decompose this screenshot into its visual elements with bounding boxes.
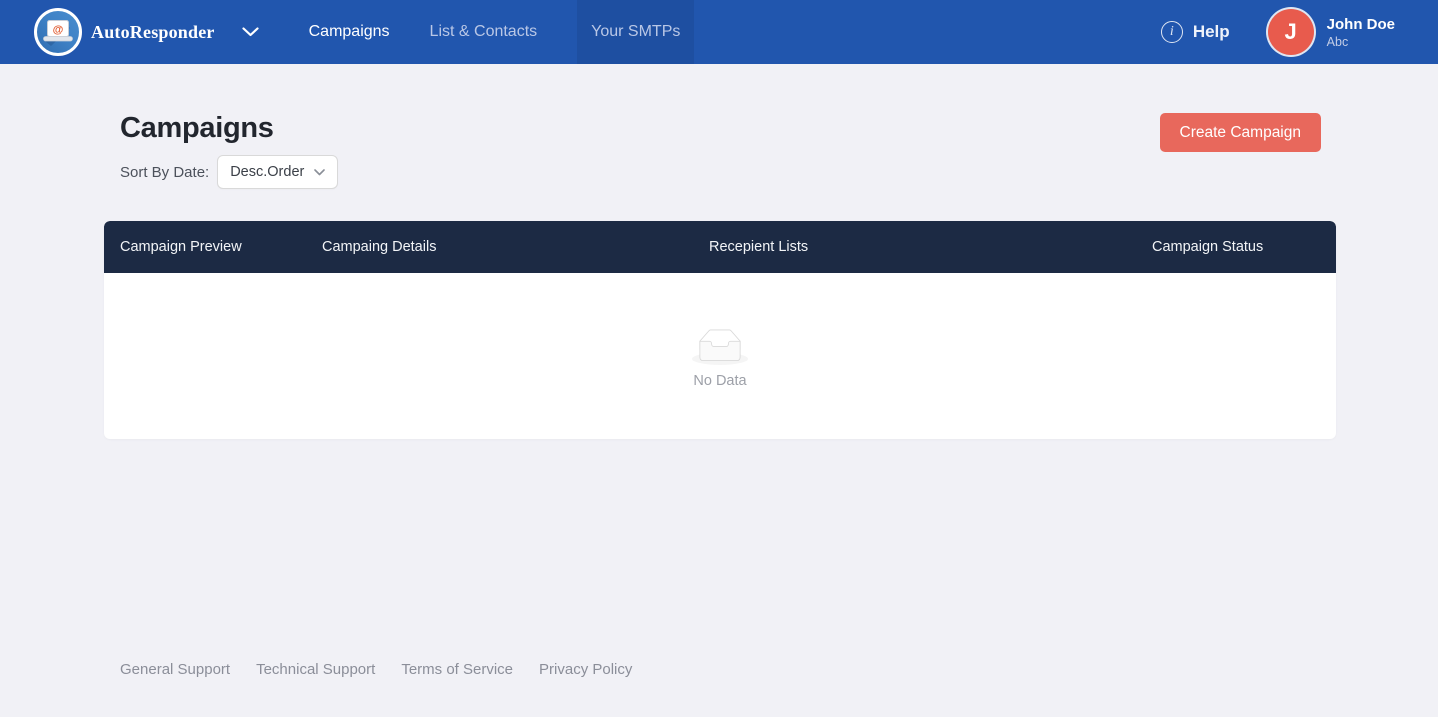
main-nav: Campaigns List & Contacts Your SMTPs [309, 0, 695, 64]
chevron-down-icon [314, 169, 325, 176]
campaigns-table-card: Campaign Preview Campaing Details Recepi… [104, 221, 1336, 439]
no-data-label: No Data [693, 373, 746, 389]
help-button[interactable]: i Help [1161, 21, 1230, 43]
avatar[interactable]: J [1268, 9, 1314, 55]
info-circle-icon: i [1161, 21, 1183, 43]
brand-chevron-down-icon[interactable] [242, 27, 259, 37]
column-campaign-status: Campaign Status [1152, 239, 1336, 255]
sort-order-value: Desc.Order [230, 164, 304, 180]
empty-inbox-icon [692, 329, 748, 365]
svg-text:@: @ [53, 24, 64, 36]
help-label: Help [1193, 22, 1230, 42]
nav-item-list-contacts[interactable]: List & Contacts [430, 0, 538, 64]
nav-item-campaigns[interactable]: Campaigns [309, 0, 390, 64]
footer-link-general-support[interactable]: General Support [120, 661, 230, 678]
user-name: John Doe [1327, 15, 1395, 34]
user-subtitle: Abc [1327, 34, 1395, 50]
autoresponder-logo-icon: @ [34, 8, 82, 56]
footer-link-privacy-policy[interactable]: Privacy Policy [539, 661, 632, 678]
sort-row: Sort By Date: Desc.Order [120, 155, 1438, 189]
brand[interactable]: @ AutoResponder [34, 8, 215, 56]
create-campaign-button[interactable]: Create Campaign [1160, 113, 1321, 152]
footer-link-technical-support[interactable]: Technical Support [256, 661, 375, 678]
footer-links: General Support Technical Support Terms … [120, 661, 632, 678]
brand-name: AutoResponder [91, 22, 215, 43]
nav-item-your-smtps[interactable]: Your SMTPs [577, 0, 694, 64]
user-meta: John Doe Abc [1327, 15, 1395, 50]
user-menu[interactable]: J John Doe Abc [1268, 9, 1395, 55]
empty-state: No Data [104, 273, 1336, 439]
column-campaign-details: Campaing Details [322, 239, 709, 255]
column-recipient-lists: Recepient Lists [709, 239, 1152, 255]
sort-by-date-label: Sort By Date: [120, 164, 209, 181]
sort-order-select[interactable]: Desc.Order [217, 155, 338, 189]
top-navbar: @ AutoResponder Campaigns List & Contact… [0, 0, 1438, 64]
table-header-row: Campaign Preview Campaing Details Recepi… [104, 221, 1336, 273]
column-campaign-preview: Campaign Preview [120, 239, 322, 255]
footer-link-terms-of-service[interactable]: Terms of Service [401, 661, 513, 678]
page-content: Campaigns Sort By Date: Desc.Order Creat… [0, 64, 1438, 189]
